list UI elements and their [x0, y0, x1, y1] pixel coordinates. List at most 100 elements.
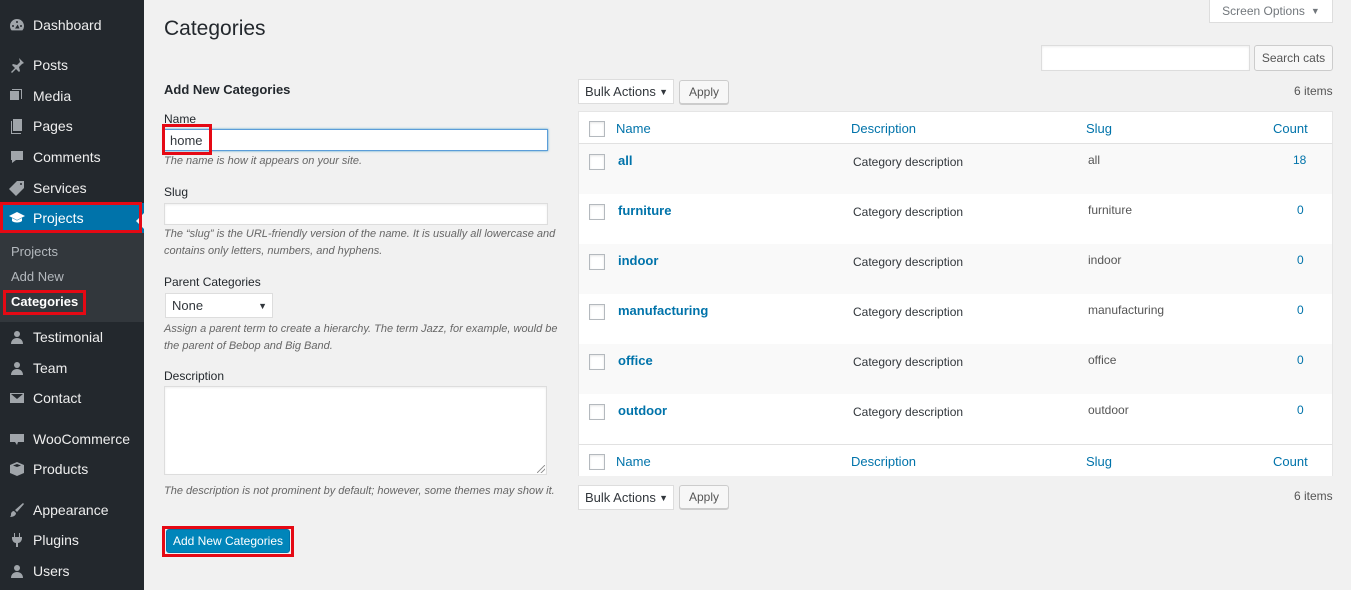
column-footer-count[interactable]: Count [1273, 454, 1308, 469]
menu-item-pages[interactable]: Pages [0, 111, 144, 141]
submenu-item-add-new[interactable]: Add New [11, 269, 64, 284]
menu-item-comments[interactable]: Comments [0, 142, 144, 172]
menu-item-products[interactable]: Products [0, 454, 144, 484]
select-all-checkbox-bottom[interactable] [589, 454, 605, 470]
submenu-item-projects[interactable]: Projects [11, 244, 58, 259]
category-count-link[interactable]: 0 [1297, 353, 1304, 367]
category-count-link[interactable]: 18 [1293, 153, 1306, 167]
row-checkbox[interactable] [589, 204, 605, 220]
row-checkbox[interactable] [589, 254, 605, 270]
menu-item-team[interactable]: Team [0, 353, 144, 383]
menu-label: Dashboard [33, 17, 102, 33]
pin-icon [8, 56, 26, 74]
menu-item-media[interactable]: Media [0, 81, 144, 111]
category-name-link[interactable]: indoor [618, 253, 658, 268]
caret-down-icon: ▼ [258, 300, 267, 311]
row-checkbox[interactable] [589, 154, 605, 170]
menu-label: Users [33, 563, 70, 579]
table-footer: Name Description Slug Count [579, 444, 1332, 476]
category-name-link[interactable]: outdoor [618, 403, 667, 418]
submenu-item-categories[interactable]: Categories [11, 294, 78, 309]
menu-label: Media [33, 88, 72, 104]
category-name-link[interactable]: all [618, 153, 632, 168]
parent-category-select[interactable]: None ▼ [165, 293, 273, 318]
column-header-description[interactable]: Description [851, 121, 916, 136]
user-icon [8, 328, 26, 346]
row-checkbox[interactable] [589, 354, 605, 370]
category-name-link[interactable]: office [618, 353, 653, 368]
category-description: Category description [853, 205, 964, 219]
category-count-link[interactable]: 0 [1297, 253, 1304, 267]
items-count-bottom: 6 items [1294, 489, 1333, 503]
slug-label: Slug [164, 185, 189, 199]
plug-icon [8, 531, 26, 549]
bulk-actions-select-top[interactable]: Bulk Actions ▼ [578, 79, 674, 104]
column-footer-name[interactable]: Name [616, 454, 651, 469]
menu-label: Contact [33, 390, 82, 406]
column-footer-description[interactable]: Description [851, 454, 916, 469]
slug-help: The “slug” is the URL-friendly version o… [164, 228, 556, 257]
category-name-link[interactable]: manufacturing [618, 303, 708, 318]
menu-label: Posts [33, 57, 69, 73]
pages-icon [8, 117, 26, 135]
menu-item-dashboard[interactable]: Dashboard [0, 10, 144, 40]
screen-options-button[interactable]: Screen Options ▼ [1209, 0, 1333, 23]
caret-down-icon: ▼ [659, 86, 668, 97]
column-footer-slug[interactable]: Slug [1086, 454, 1112, 469]
menu-item-appearance[interactable]: Appearance [0, 495, 144, 525]
user-icon [8, 359, 26, 377]
category-description: Category description [853, 405, 964, 419]
category-slug: office [1088, 353, 1117, 367]
category-slug: furniture [1088, 203, 1133, 217]
search-button[interactable]: Search cats [1254, 45, 1333, 71]
slug-field[interactable] [164, 203, 548, 225]
menu-label: Testimonial [33, 329, 104, 345]
category-count-link[interactable]: 0 [1297, 403, 1304, 417]
category-name-link[interactable]: furniture [618, 203, 671, 218]
row-checkbox[interactable] [589, 404, 605, 420]
menu-label: Appearance [33, 502, 109, 518]
table-row: manufacturing Category description manuf… [579, 294, 1332, 344]
bulk-actions-select-bottom[interactable]: Bulk Actions ▼ [578, 485, 674, 510]
graduation-cap-icon [8, 209, 26, 227]
menu-item-services[interactable]: Services [0, 173, 144, 203]
envelope-icon [8, 389, 26, 407]
apply-button-bottom[interactable]: Apply [679, 485, 729, 509]
dashboard-icon [8, 16, 26, 34]
row-checkbox[interactable] [589, 304, 605, 320]
menu-item-contact[interactable]: Contact [0, 383, 144, 413]
menu-label: Services [33, 180, 87, 196]
category-count-link[interactable]: 0 [1297, 303, 1304, 317]
apply-button-top[interactable]: Apply [679, 80, 729, 104]
menu-label: Plugins [33, 532, 79, 548]
menu-item-posts[interactable]: Posts [0, 50, 144, 80]
categories-table: Name Description Slug Count all Category… [578, 111, 1333, 476]
category-slug: manufacturing [1088, 303, 1165, 317]
brush-icon [8, 501, 26, 519]
category-count-link[interactable]: 0 [1297, 203, 1304, 217]
search-input[interactable] [1041, 45, 1250, 71]
category-description: Category description [853, 355, 964, 369]
column-header-name[interactable]: Name [616, 121, 651, 136]
description-textarea[interactable] [164, 386, 547, 475]
menu-label: Team [33, 360, 68, 376]
column-header-slug[interactable]: Slug [1086, 121, 1112, 136]
column-header-count[interactable]: Count [1273, 121, 1308, 136]
resize-grip-icon[interactable] [537, 465, 545, 473]
media-icon [8, 87, 26, 105]
caret-down-icon: ▼ [1310, 6, 1320, 16]
name-help: The name is how it appears on your site. [164, 155, 363, 167]
menu-item-plugins[interactable]: Plugins [0, 525, 144, 555]
page-title: Categories [164, 17, 266, 40]
select-all-checkbox[interactable] [589, 121, 605, 137]
tag-icon [8, 179, 26, 197]
menu-item-projects[interactable]: Projects [0, 203, 144, 233]
menu-item-woocommerce[interactable]: WooCommerce [0, 424, 144, 454]
table-row: all Category description all 18 [579, 144, 1332, 194]
add-new-category-button[interactable]: Add New Categories [166, 529, 290, 553]
name-field[interactable] [164, 129, 548, 151]
woocommerce-icon [8, 430, 26, 448]
menu-item-users[interactable]: Users [0, 556, 144, 586]
menu-item-testimonial[interactable]: Testimonial [0, 322, 144, 352]
table-row: outdoor Category description outdoor 0 [579, 394, 1332, 444]
